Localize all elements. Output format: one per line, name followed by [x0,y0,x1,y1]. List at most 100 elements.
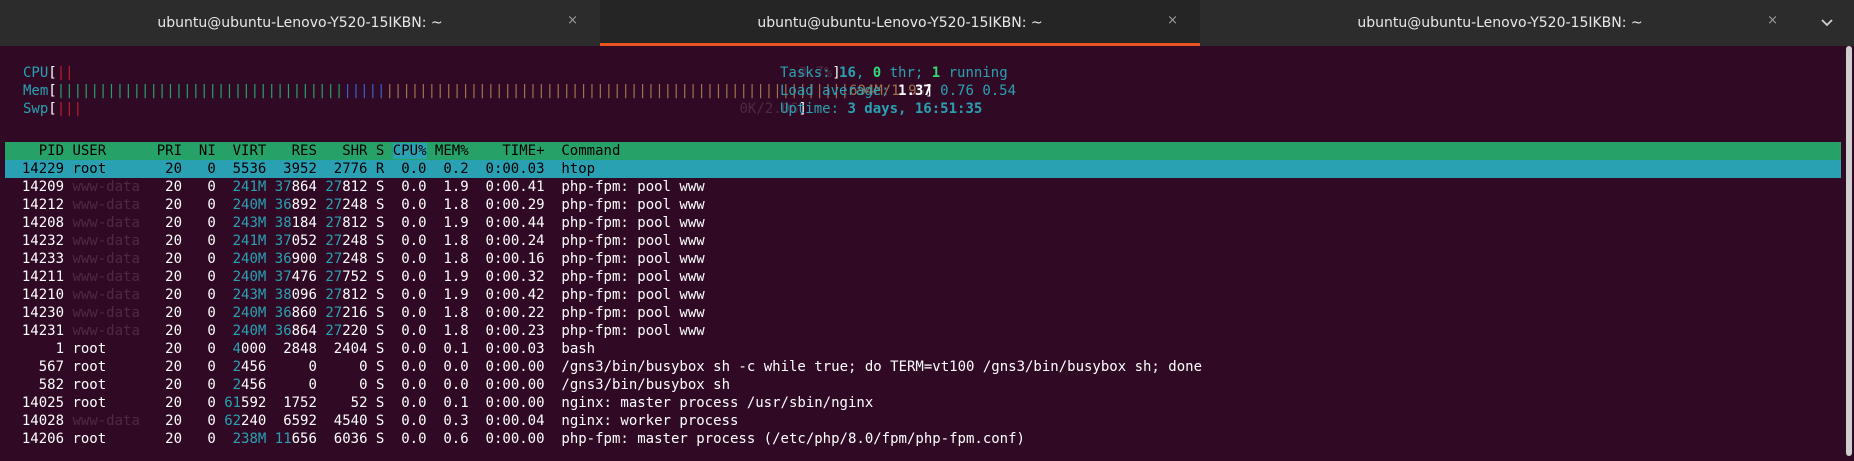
cell-command: php-fpm: pool www [544,215,705,231]
cell-command: htop [544,161,596,177]
cell-pri: 20 [148,287,183,303]
cell-shr: 52 [350,395,368,411]
load-average: Load average: 1.37 0.76 0.54 [780,83,1017,99]
cell-cpu: 0.0 [384,377,427,393]
column-header: PID [5,143,65,159]
cell-shr: 27248 [325,233,368,249]
cell-mem: 1.9 [426,287,469,303]
cell-pid: 14211 [5,269,65,285]
process-row[interactable]: 14230 www-data 20 0 240M 36860 27216 S 0… [5,304,1202,322]
process-row[interactable]: 14232 www-data 20 0 241M 37052 27248 S 0… [5,232,1202,250]
process-row[interactable]: 582 root 20 0 2456 0 0 S 0.0 0.0 0:00.00… [5,376,1202,394]
cell-pri: 20 [148,197,183,213]
process-row[interactable]: 14206 root 20 0 238M 11656 6036 S 0.0 0.… [5,430,1202,448]
cell-res: 37052 [274,233,317,249]
cell-res: 38096 [274,287,317,303]
cell-mem: 0.0 [426,359,469,375]
cell-pri: 20 [148,377,183,393]
process-list[interactable]: 14209 www-data 20 0 241M 37864 27812 S 0… [5,178,1202,448]
cell-virt: 5536 [215,161,267,177]
tab-menu-button[interactable] [1800,0,1854,46]
column-header: SHR [316,143,368,159]
cell-user: www-data [64,215,149,231]
process-table-header[interactable]: PID USER PRI NI VIRT RES SHR S CPU% MEM%… [5,142,1841,160]
cell-pri: 20 [148,233,183,249]
cell-mem: 0.6 [426,431,469,447]
terminal-tab-1[interactable]: ubuntu@ubuntu-Lenovo-Y520-15IKBN: ~ × [0,0,600,46]
cpu-meter: CPU[|| 0.7%] [23,65,841,81]
process-row[interactable]: 14233 www-data 20 0 240M 36900 27248 S 0… [5,250,1202,268]
selected-process-row[interactable]: 14229 root 20 0 5536 3952 2776 R 0.0 0.2… [5,160,1841,178]
cell-ni: 0 [182,179,216,195]
terminal-tab-2[interactable]: ubuntu@ubuntu-Lenovo-Y520-15IKBN: ~ × [600,0,1200,46]
cell-res: 37476 [274,269,317,285]
cell-pid: 14028 [5,413,65,429]
process-row[interactable]: 14211 www-data 20 0 240M 37476 27752 S 0… [5,268,1202,286]
swp-meter: Swp[||| 0K/2.0G] [23,101,807,117]
cell-cpu: 0.0 [384,413,427,429]
cell-shr: 2404 [333,341,368,357]
process-row[interactable]: 14231 www-data 20 0 240M 36864 27220 S 0… [5,322,1202,340]
process-row[interactable]: 14025 root 20 0 61592 1752 52 S 0.0 0.1 … [5,394,1202,412]
cell-ni: 0 [182,287,216,303]
cell-shr: 27220 [325,323,368,339]
column-header: Command [544,143,621,159]
cell-cpu: 0.0 [384,431,427,447]
tasks-summary: Tasks: 16, 0 thr; 1 running [780,65,1008,81]
cell-virt: 243M [232,215,267,231]
cell-user: root [64,377,149,393]
cell-virt: 4000 [232,341,267,357]
cell-shr: 6036 [333,431,368,447]
cell-shr: 27216 [325,305,368,321]
cell-virt: 61592 [224,395,267,411]
process-row[interactable]: 14210 www-data 20 0 243M 38096 27812 S 0… [5,286,1202,304]
cell-virt: 238M [232,431,267,447]
cell-time: 0:00.24 [468,233,545,249]
process-row[interactable]: 14208 www-data 20 0 243M 38184 27812 S 0… [5,214,1202,232]
terminal-area[interactable]: CPU[|| 0.7%] Mem[|||||||||||||||||||||||… [5,46,1841,461]
cell-time: 0:00.22 [468,305,545,321]
cell-res: 0 [308,359,317,375]
cell-ni: 0 [182,197,216,213]
cell-mem: 0.2 [426,161,469,177]
cell-command: nginx: worker process [544,413,739,429]
cell-res: 36864 [274,323,317,339]
cell-pri: 20 [148,395,183,411]
cell-mem: 1.9 [426,179,469,195]
cell-ni: 0 [182,431,216,447]
cell-cpu: 0.0 [384,251,427,267]
cell-pid: 582 [5,377,65,393]
cell-ni: 0 [182,251,216,267]
cell-user: root [64,341,149,357]
process-row[interactable]: 14209 www-data 20 0 241M 37864 27812 S 0… [5,178,1202,196]
terminal-tab-3[interactable]: ubuntu@ubuntu-Lenovo-Y520-15IKBN: ~ × [1200,0,1800,46]
close-icon[interactable]: × [1167,13,1178,28]
cell-user: root [64,359,149,375]
scrollbar[interactable] [1846,46,1852,456]
cell-time: 0:00.32 [468,269,545,285]
cell-pri: 20 [148,341,183,357]
cpu-label: CPU [23,65,49,81]
cell-pri: 20 [148,161,183,177]
cell-pri: 20 [148,251,183,267]
process-row[interactable]: 567 root 20 0 2456 0 0 S 0.0 0.0 0:00.00… [5,358,1202,376]
cell-command: /gns3/bin/busybox sh [544,377,730,393]
process-row[interactable]: 1 root 20 0 4000 2848 2404 S 0.0 0.1 0:0… [5,340,1202,358]
process-row[interactable]: 14028 www-data 20 0 62240 6592 4540 S 0.… [5,412,1202,430]
cell-virt: 241M [232,233,267,249]
cell-ni: 0 [182,395,216,411]
cell-command: php-fpm: pool www [544,305,705,321]
cell-pid: 14025 [5,395,65,411]
tab-title: ubuntu@ubuntu-Lenovo-Y520-15IKBN: ~ [1357,15,1643,31]
close-icon[interactable]: × [1767,13,1778,28]
cell-time: 0:00.16 [468,251,545,267]
mem-label: Mem [23,83,49,99]
cell-pid: 14232 [5,233,65,249]
cell-state: S [367,269,385,285]
cell-user: www-data [64,323,149,339]
process-row[interactable]: 14212 www-data 20 0 240M 36892 27248 S 0… [5,196,1202,214]
cell-user: www-data [64,197,149,213]
cell-time: 0:00.00 [468,395,545,411]
cell-state: S [367,215,385,231]
close-icon[interactable]: × [567,13,578,28]
